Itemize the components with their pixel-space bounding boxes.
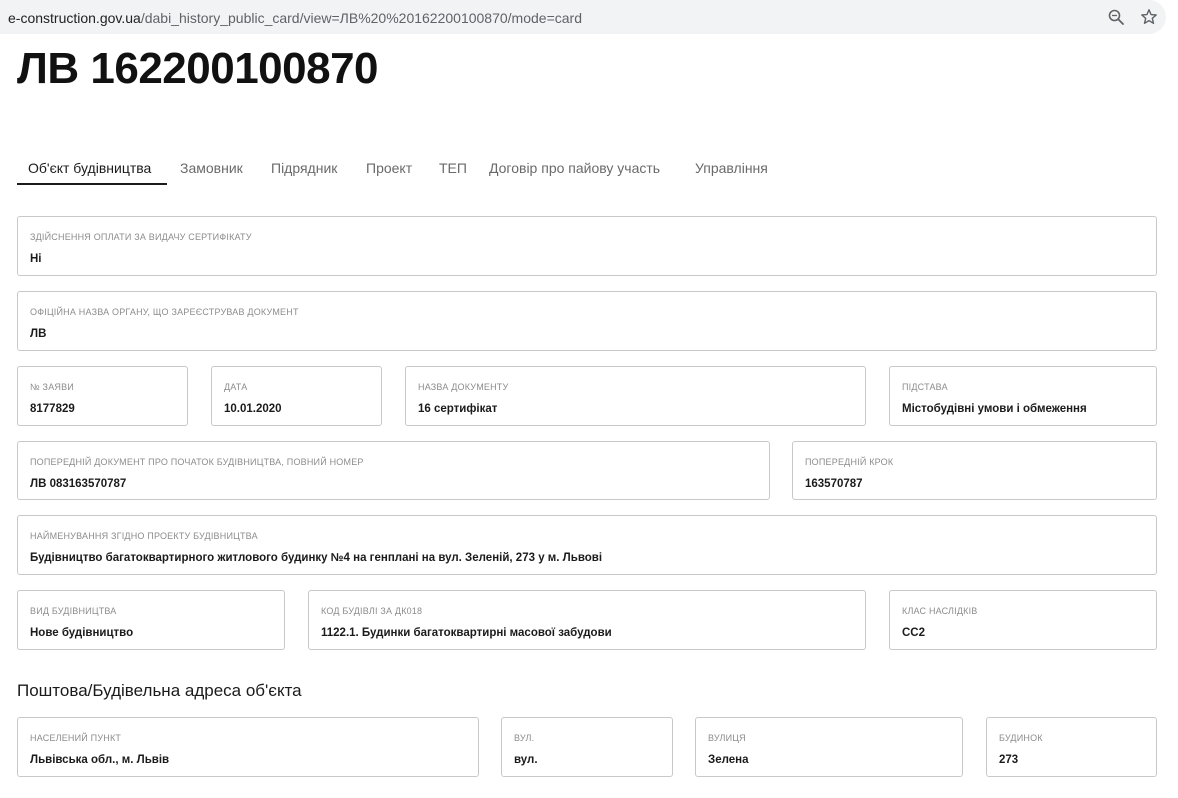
field-label: Клас наслідків [902,606,978,616]
field-value: 16 сертифікат [418,403,498,415]
field-label: Попередній документ про початок будівниц… [30,457,364,467]
field-label: Дата [224,382,248,392]
field-label: Населений пункт [30,733,122,743]
field-label: Попередній крок [805,457,894,467]
field-document-name: Назва документу 16 сертифікат [405,366,866,426]
star-icon[interactable] [1140,8,1158,26]
field-value: 273 [999,754,1019,766]
url-domain: e-construction.gov.ua [8,10,141,26]
field-label: Вид будівництва [30,606,117,616]
field-value: Будівництво багатоквартирного житлового … [30,552,603,564]
field-label: Підстава [902,382,948,392]
field-payment: Здійснення оплати за видачу сертифікату … [17,216,1157,276]
tab-bar: Об'єкт будівництва Замовник Підрядник Пр… [17,150,1158,186]
field-value: 1122.1. Будинки багатоквартирні масової … [321,627,612,639]
field-label: Здійснення оплати за видачу сертифікату [30,232,252,242]
url-path: /dabi_history_public_card/view=ЛВ%20%201… [140,10,582,26]
field-value: вул. [514,754,538,766]
field-label: вул. [514,733,535,743]
field-value: ЛВ [30,328,47,340]
field-value: Зелена [708,754,749,766]
field-basis: Підстава Містобудівні умови і обмеження [889,366,1157,426]
tab-contractor[interactable]: Підрядник [271,160,337,176]
magnifier-icon[interactable] [1107,8,1125,26]
field-value: 163570787 [805,478,863,490]
tab-project[interactable]: Проект [366,160,412,176]
active-tab-indicator [17,183,167,185]
field-application-number: № заяви 8177829 [17,366,188,426]
tab-tep[interactable]: ТЕП [439,160,467,176]
field-value: Ні [30,253,42,265]
url-text[interactable]: e-construction.gov.ua/dabi_history_publi… [8,10,582,26]
field-value: Містобудівні умови і обмеження [902,403,1087,415]
field-project-name: Найменування згідно проекту будівництва … [17,515,1157,575]
field-value: Нове будівництво [30,627,134,639]
address-bar[interactable]: e-construction.gov.ua/dabi_history_publi… [0,0,1166,34]
field-previous-document: Попередній документ про початок будівниц… [17,441,770,500]
field-label: Вулиця [708,733,746,743]
field-label: Код будівлі за ДК018 [321,606,423,616]
field-authority: Офіційна назва органу, що зареєстрував д… [17,291,1157,351]
field-building-code: Код будівлі за ДК018 1122.1. Будинки баг… [308,590,866,650]
tab-customer[interactable]: Замовник [180,160,243,176]
address-section-title: Поштова/Будівельна адреса об'єкта [17,681,302,700]
field-street-type: вул. вул. [501,717,673,777]
field-construction-type: Вид будівництва Нове будівництво [17,590,285,650]
field-label: № заяви [30,382,74,392]
field-settlement: Населений пункт Львівська обл., м. Львів [17,717,479,777]
tab-management[interactable]: Управління [695,160,768,176]
page-title: ЛВ 162200100870 [17,44,379,93]
tab-equity-agreement[interactable]: Договір про пайову участь [489,160,660,176]
field-value: 10.01.2020 [224,403,282,415]
field-value: СС2 [902,627,926,639]
field-label: Найменування згідно проекту будівництва [30,531,258,541]
field-value: ЛВ 083163570787 [30,478,127,490]
tab-construction-object[interactable]: Об'єкт будівництва [28,160,151,176]
field-building-number: Будинок 273 [986,717,1157,777]
field-street: Вулиця Зелена [695,717,963,777]
field-value: Львівська обл., м. Львів [30,754,170,766]
field-label: Будинок [999,733,1043,743]
field-label: Офіційна назва органу, що зареєстрував д… [30,307,299,317]
field-consequence-class: Клас наслідків СС2 [889,590,1157,650]
field-date: Дата 10.01.2020 [211,366,382,426]
field-previous-step: Попередній крок 163570787 [792,441,1157,500]
field-label: Назва документу [418,382,509,392]
field-value: 8177829 [30,403,75,415]
